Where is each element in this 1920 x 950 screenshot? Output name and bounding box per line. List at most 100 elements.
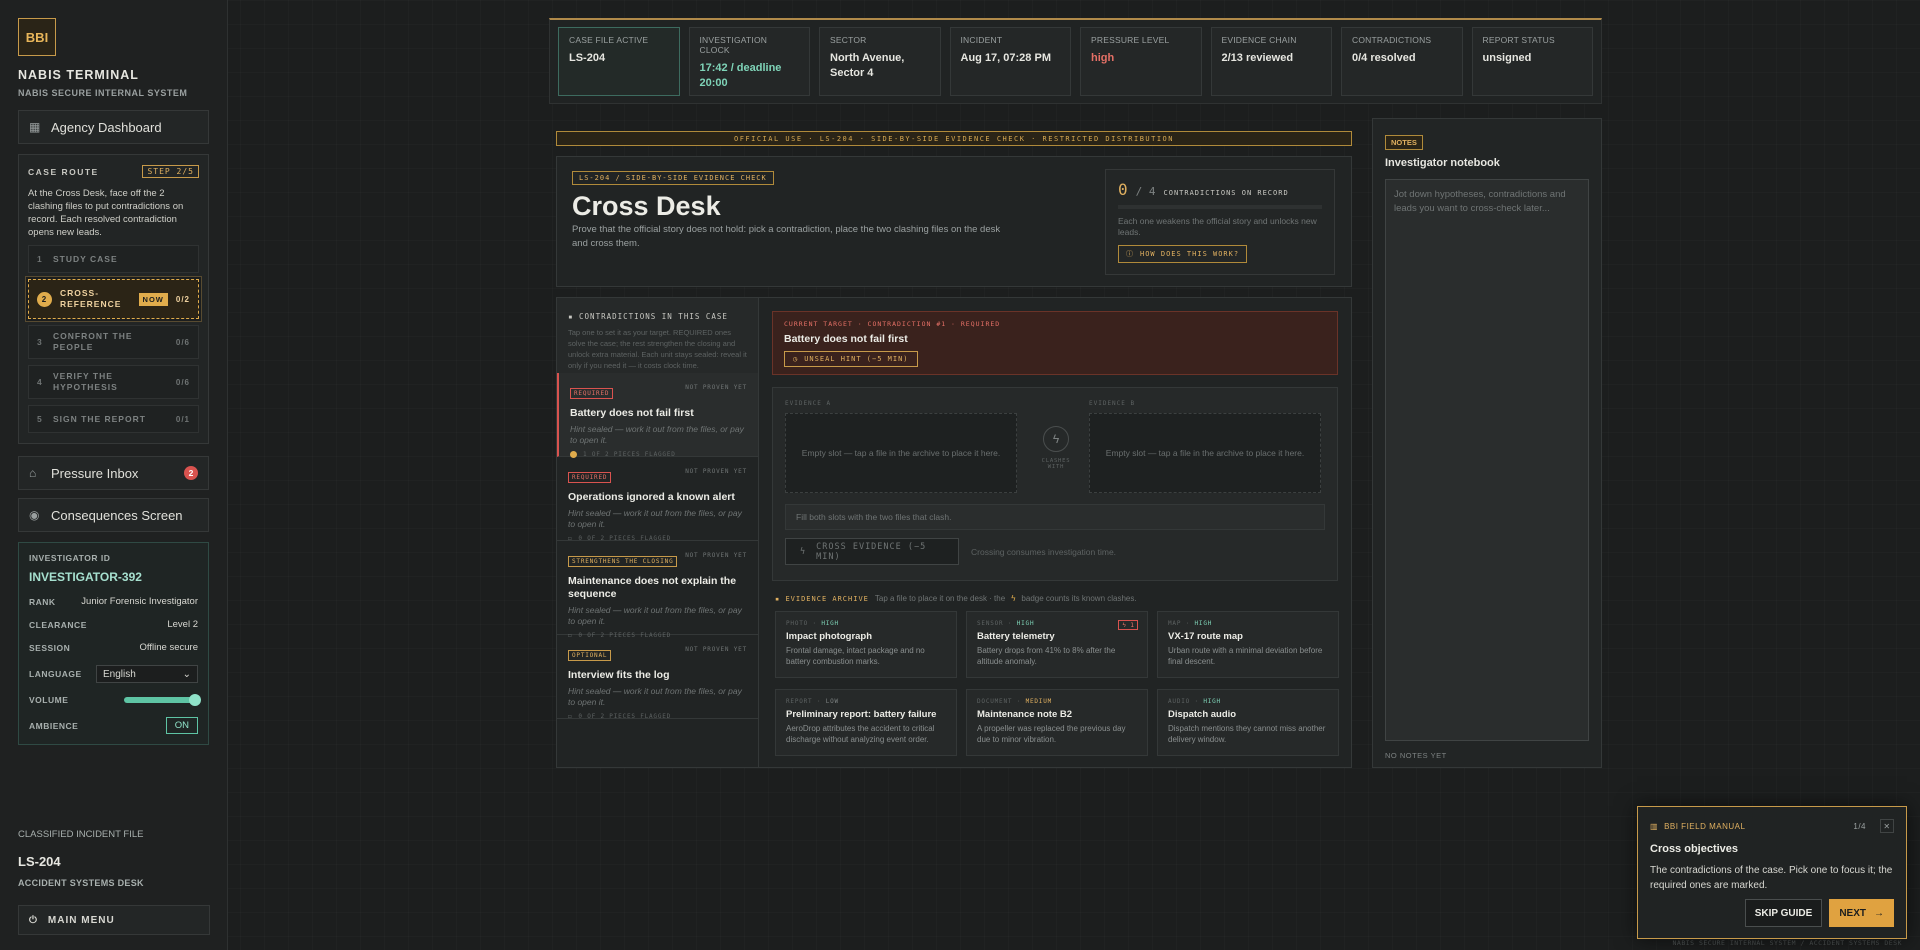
- manual-text: The contradictions of the case. Pick one…: [1650, 865, 1893, 891]
- evidence-weight: MEDIUM: [1025, 698, 1053, 705]
- fill-slots-message: Fill both slots with the two files that …: [785, 504, 1325, 530]
- volume-slider[interactable]: [124, 694, 201, 706]
- route-step-number: 2: [37, 291, 52, 307]
- stat-value: Aug 17, 07:28 PM: [960, 52, 1051, 64]
- consequences-screen-button[interactable]: ◉ Consequences Screen: [18, 498, 209, 532]
- route-item-sign-report[interactable]: 5 SIGN THE REPORT 0/1: [28, 405, 199, 433]
- session-value: Offline secure: [139, 642, 198, 653]
- close-icon[interactable]: ✕: [1880, 819, 1894, 833]
- route-item-confront-people[interactable]: 3 CONFRONT THE PEOPLE 0/6: [28, 325, 199, 359]
- clock-icon: ◷: [793, 355, 799, 363]
- route-step-label: VERIFY THE HYPOTHESIS: [53, 371, 118, 392]
- cross-desk-header: LS-204 / SIDE-BY-SIDE EVIDENCE CHECK Cro…: [556, 156, 1352, 287]
- contradiction-title: Maintenance does not explain the sequenc…: [568, 575, 737, 600]
- evidence-title: VX-17 route map: [1168, 631, 1243, 642]
- route-item-cross-reference[interactable]: 2 CROSS-REFERENCE NOW 0/2: [28, 279, 199, 319]
- route-item-study-case[interactable]: 1 STUDY CASE: [28, 245, 199, 273]
- clash-label: CLASHES WITH: [1041, 458, 1071, 470]
- route-step-number: 4: [37, 377, 43, 387]
- restricted-banner: OFFICIAL USE · LS-204 · SIDE-BY-SIDE EVI…: [556, 131, 1352, 146]
- stat-report: REPORT STATUS unsigned: [1471, 27, 1593, 96]
- route-step-label: CROSS-REFERENCE: [60, 288, 122, 309]
- evidence-archive-header: ▪ EVIDENCE ARCHIVE Tap a file to place i…: [775, 594, 1137, 603]
- hero-description: Prove that the official story does not h…: [572, 224, 1001, 249]
- pressure-inbox-button[interactable]: ⌂ Pressure Inbox 2: [18, 456, 209, 490]
- case-route-panel: CASE ROUTE STEP 2/5 At the Cross Desk, f…: [18, 154, 209, 444]
- evidence-description: Frontal damage, intact package and no ba…: [786, 646, 925, 666]
- route-item-verify-hypothesis[interactable]: 4 VERIFY THE HYPOTHESIS 0/6: [28, 365, 199, 399]
- clash-count: 1: [1130, 621, 1134, 629]
- stat-label: EVIDENCE CHAIN: [1221, 35, 1297, 45]
- evidence-b-slot[interactable]: Empty slot — tap a file in the archive t…: [1089, 413, 1321, 493]
- stat-case-file: CASE FILE ACTIVE LS-204: [558, 27, 680, 96]
- hero-tag: LS-204 / SIDE-BY-SIDE EVIDENCE CHECK: [572, 171, 774, 185]
- skip-guide-button[interactable]: SKIP GUIDE: [1744, 899, 1823, 927]
- footer-note: NABIS SECURE INTERNAL SYSTEM / ACCIDENT …: [1672, 939, 1902, 947]
- contradictions-counter: 0 / 4 CONTRADICTIONS ON RECORD Each one …: [1105, 169, 1335, 275]
- route-step-count: 0/2: [175, 294, 190, 304]
- evidence-weight: HIGH: [1194, 620, 1213, 627]
- stat-label: INCIDENT: [960, 35, 1003, 45]
- app-subtitle: NABIS SECURE INTERNAL SYSTEM: [18, 88, 188, 98]
- current-target-panel: CURRENT TARGET · CONTRADICTION #1 · REQU…: [772, 311, 1338, 375]
- contradiction-item[interactable]: OPTIONAL NOT PROVEN YET Interview fits t…: [557, 635, 758, 720]
- how-does-this-work-button[interactable]: ⓘ HOW DOES THIS WORK?: [1118, 245, 1248, 263]
- stat-value: 2/13 reviewed: [1221, 52, 1294, 64]
- evidence-description: A propeller was replaced the previous da…: [977, 724, 1126, 744]
- evidence-a-label: EVIDENCE A: [785, 400, 832, 407]
- next-button[interactable]: NEXT →: [1829, 899, 1894, 927]
- contradiction-hint: Hint sealed — work it out from the files…: [568, 508, 742, 529]
- lightning-icon: ϟ: [800, 546, 807, 557]
- notes-textarea[interactable]: Jot down hypotheses, contradictions and …: [1385, 179, 1589, 741]
- manual-page-indicator: 1/4: [1853, 821, 1866, 831]
- evidence-card[interactable]: PHOTO · HIGH Impact photograph Frontal d…: [775, 611, 957, 678]
- field-manual-popup: ▥ BBI FIELD MANUAL 1/4 ✕ Cross objective…: [1637, 806, 1907, 939]
- book-icon: ▥: [1650, 821, 1659, 831]
- evidence-card[interactable]: AUDIO · HIGH Dispatch audio Dispatch men…: [1157, 689, 1339, 756]
- evidence-a-slot[interactable]: Empty slot — tap a file in the archive t…: [785, 413, 1017, 493]
- evidence-card[interactable]: SENSOR · HIGH ϟ 1 Battery telemetry Batt…: [966, 611, 1148, 678]
- stat-label: REPORT STATUS: [1482, 35, 1555, 45]
- contradictions-title-text: CONTRADICTIONS IN THIS CASE: [579, 312, 728, 321]
- contradiction-state: NOT PROVEN YET: [685, 646, 747, 653]
- grid-icon: ▦: [29, 120, 41, 134]
- stat-label: CONTRADICTIONS: [1352, 35, 1432, 45]
- contradiction-item[interactable]: REQUIRED NOT PROVEN YET Battery does not…: [557, 373, 758, 458]
- evidence-title: Dispatch audio: [1168, 709, 1237, 720]
- classified-file-desk: ACCIDENT SYSTEMS DESK: [18, 878, 144, 888]
- evidence-meta: MAP · HIGH: [1168, 620, 1213, 627]
- contradiction-hint: Hint sealed — work it out from the files…: [568, 686, 742, 707]
- contradiction-pieces: ◻ 0 OF 2 PIECES FLAGGED: [568, 713, 747, 720]
- route-step-number: 1: [37, 254, 43, 264]
- unseal-hint-label: UNSEAL HINT (−5 MIN): [804, 355, 909, 363]
- contradiction-tag: OPTIONAL: [568, 650, 612, 661]
- agency-dashboard-button[interactable]: ▦ Agency Dashboard: [18, 110, 209, 144]
- contradiction-item[interactable]: STRENGTHENS THE CLOSING NOT PROVEN YET M…: [557, 541, 758, 639]
- evidence-type: PHOTO: [786, 620, 809, 627]
- cross-evidence-button[interactable]: ϟ CROSS EVIDENCE (−5 MIN): [785, 538, 959, 565]
- evidence-title: Preliminary report: battery failure: [786, 709, 937, 720]
- contradiction-hint: Hint sealed — work it out from the files…: [570, 424, 744, 445]
- lightning-icon: ϟ: [1043, 426, 1069, 452]
- evidence-type: REPORT: [786, 698, 813, 705]
- comparison-area: EVIDENCE A EVIDENCE B Empty slot — tap a…: [772, 387, 1338, 581]
- evidence-card[interactable]: MAP · HIGH VX-17 route map Urban route w…: [1157, 611, 1339, 678]
- current-target-label: CURRENT TARGET · CONTRADICTION #1 · REQU…: [784, 320, 1001, 328]
- contradictions-description: Tap one to set it as your target. REQUIR…: [568, 328, 747, 370]
- stat-value: North Avenue, Sector 4: [830, 52, 905, 79]
- evidence-card[interactable]: DOCUMENT · MEDIUM Maintenance note B2 A …: [966, 689, 1148, 756]
- unseal-hint-button[interactable]: ◷ UNSEAL HINT (−5 MIN): [784, 351, 918, 367]
- ambience-toggle[interactable]: ON: [165, 717, 198, 734]
- archive-description-end: badge counts its known clashes.: [1021, 594, 1137, 603]
- counter-total: / 4: [1135, 185, 1156, 198]
- evidence-type: DOCUMENT: [977, 698, 1013, 705]
- evidence-meta: REPORT · LOW: [786, 698, 839, 705]
- evidence-b-label: EVIDENCE B: [1089, 400, 1136, 407]
- contradiction-item[interactable]: REQUIRED NOT PROVEN YET Operations ignor…: [557, 457, 758, 542]
- info-icon: ⓘ: [1126, 250, 1134, 258]
- main-menu-button[interactable]: ⏻ MAIN MENU: [18, 905, 210, 935]
- evidence-card[interactable]: REPORT · LOW Preliminary report: battery…: [775, 689, 957, 756]
- language-select[interactable]: English ⌄: [96, 665, 198, 683]
- evidence-weight: HIGH: [1203, 698, 1221, 705]
- contradictions-title: ▪ CONTRADICTIONS IN THIS CASE: [568, 312, 728, 321]
